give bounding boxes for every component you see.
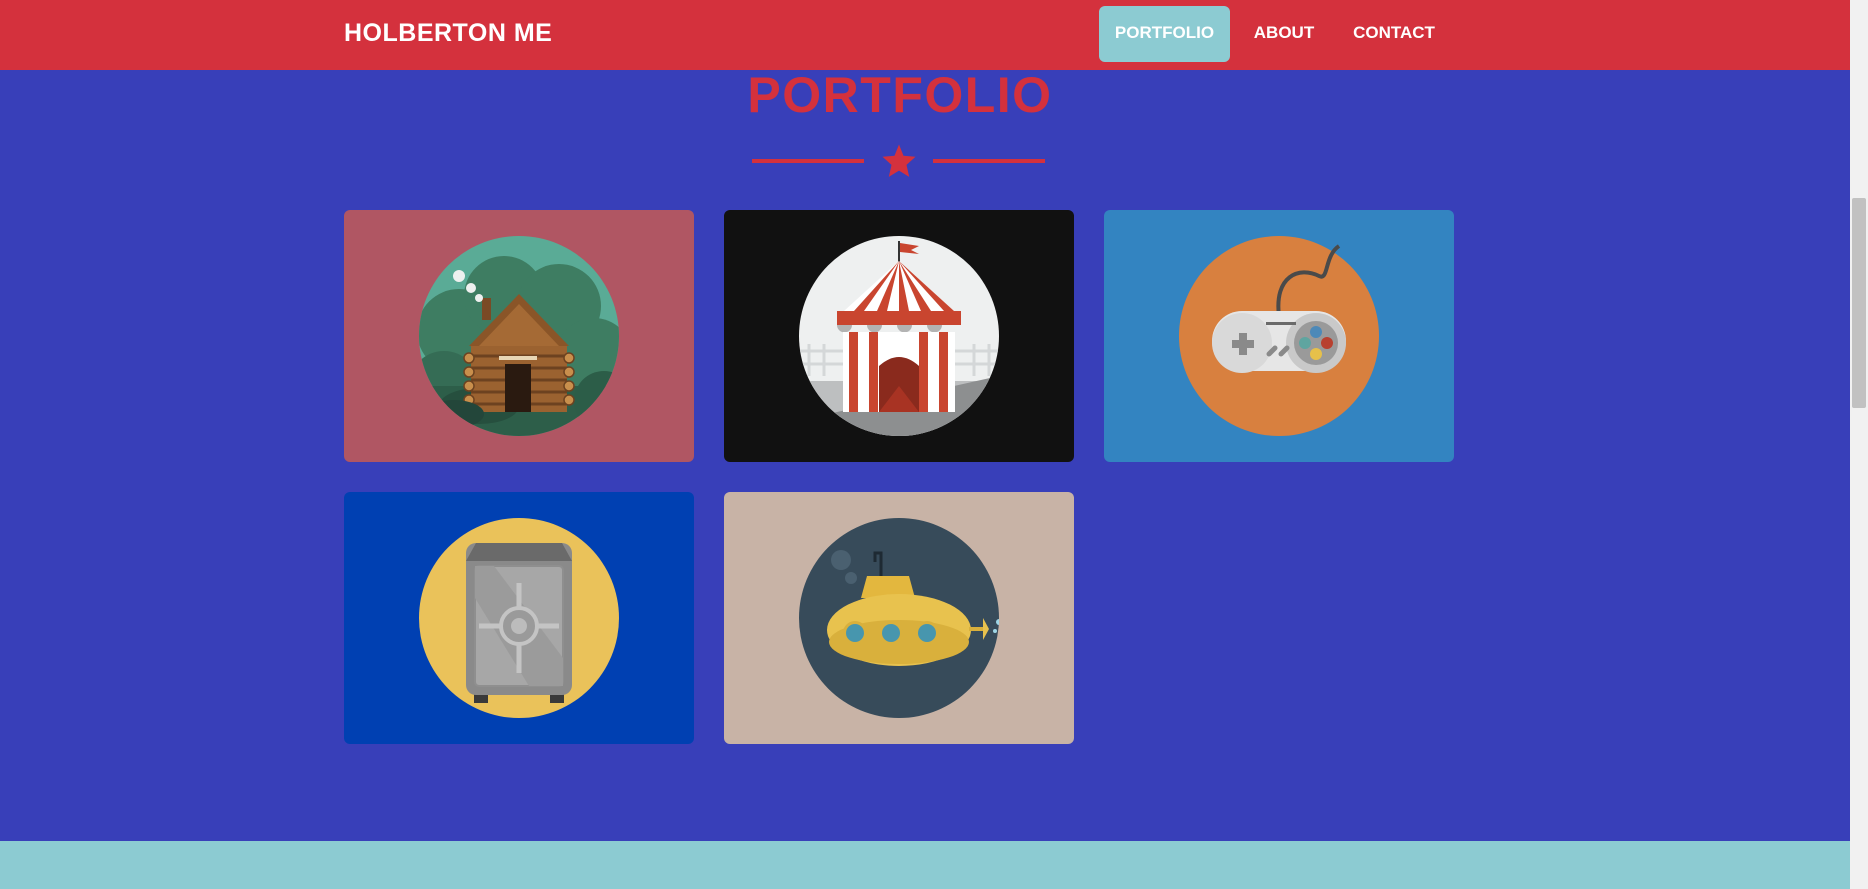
portfolio-card-circus-tent[interactable] <box>724 210 1074 462</box>
submarine-icon <box>799 518 999 718</box>
cabin-icon <box>419 236 619 436</box>
nav-link-portfolio[interactable]: PORTFOLIO <box>1099 6 1230 62</box>
portfolio-card-submarine[interactable] <box>724 492 1074 744</box>
safe-icon <box>419 518 619 718</box>
nav-link-contact[interactable]: CONTACT <box>1340 6 1448 62</box>
game-controller-icon <box>1179 236 1379 436</box>
brand-logo[interactable]: HOLBERTON ME <box>344 0 552 66</box>
scrollbar-thumb[interactable] <box>1852 198 1866 408</box>
circus-tent-icon <box>799 236 999 436</box>
star-icon <box>882 144 916 177</box>
nav-link-about[interactable]: ABOUT <box>1240 6 1328 62</box>
section-title: PORTFOLIO <box>747 67 1053 123</box>
navbar: HOLBERTON ME PORTFOLIO ABOUT CONTACT <box>0 0 1850 70</box>
scrollbar-track[interactable] <box>1850 0 1868 889</box>
about-section-top <box>0 841 1850 889</box>
divider-line-left <box>752 159 864 163</box>
divider-line-right <box>933 159 1045 163</box>
portfolio-card-safe[interactable] <box>344 492 694 744</box>
portfolio-card-cabin[interactable] <box>344 210 694 462</box>
portfolio-card-game-controller[interactable] <box>1104 210 1454 462</box>
